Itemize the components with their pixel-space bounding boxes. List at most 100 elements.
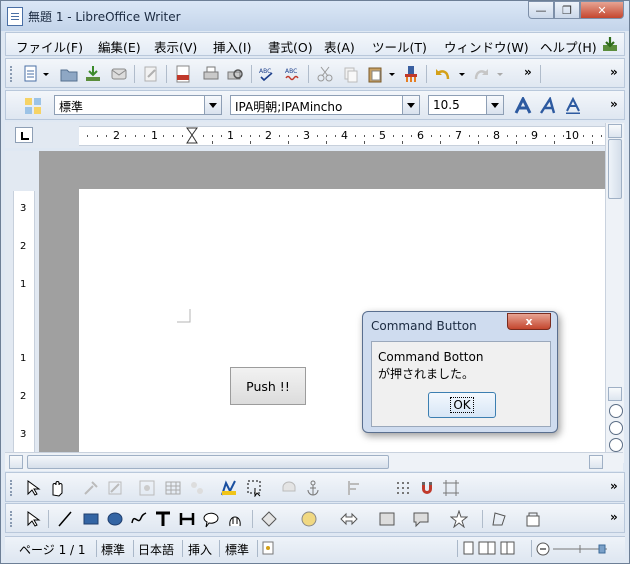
redo-icon[interactable] [472,65,490,83]
wrap-icon[interactable] [280,479,298,497]
close-window-button[interactable]: ✕ [580,1,624,19]
redo-dropdown-icon[interactable] [496,65,504,83]
toolbar-more-button[interactable]: » [524,65,532,79]
clone-formatting-icon[interactable] [402,65,420,83]
menu-tools[interactable]: ツール(T) [372,37,427,56]
font-size-combo[interactable]: 10.5 [428,95,504,115]
font-name-combo[interactable]: IPA明朝;IPAMincho [230,95,420,115]
print-icon[interactable] [202,65,220,83]
menu-help[interactable]: ヘルプ(H) [540,37,597,56]
menu-format[interactable]: 書式(O) [268,37,313,56]
navigator-icon[interactable] [609,421,623,435]
helplines-icon[interactable] [442,479,460,497]
freeform-line-icon[interactable] [130,510,148,528]
scroll-down-arrow[interactable] [608,387,622,401]
undo-dropdown-icon[interactable] [458,65,466,83]
vertical-ruler[interactable]: 3 2 1 1 2 3 [13,191,35,452]
menu-window[interactable]: ウィンドウ(W) [444,37,529,56]
new-document-icon[interactable] [22,65,40,83]
menu-table[interactable]: 表(A) [324,37,355,56]
toolbar-grip[interactable] [10,66,15,82]
status-selection-mode[interactable]: 標準 [225,541,249,558]
rectangle-tool-icon[interactable] [82,510,100,528]
block-arrows-icon[interactable] [340,510,358,528]
format-toolbar-more-button[interactable]: » [610,97,618,111]
extrusion-icon[interactable] [524,510,542,528]
push-button[interactable]: Push !! [230,367,306,405]
scroll-left-arrow[interactable] [9,455,23,469]
toolbar-grip[interactable] [10,511,15,527]
menu-insert[interactable]: 挿入(I) [213,37,251,56]
control-properties-icon[interactable] [82,479,100,497]
points-icon[interactable] [490,510,508,528]
horizontal-scroll-thumb[interactable] [27,455,389,469]
paste-dropdown-icon[interactable] [388,65,396,83]
horizontal-scrollbar[interactable] [5,452,623,471]
horizontal-ruler[interactable]: 2 1 1 2 3 4 5 6 7 8 9 10 [79,126,609,146]
basic-shapes-icon[interactable] [260,510,278,528]
export-pdf-icon[interactable] [174,65,192,83]
scroll-right-arrow[interactable] [589,455,603,469]
download-update-icon[interactable] [602,36,618,52]
edit-file-icon[interactable] [142,65,160,83]
autospellcheck-icon[interactable]: ABC [284,65,302,83]
text-tool-icon[interactable] [154,510,172,528]
select-pointer-icon[interactable] [24,479,42,497]
bold-icon[interactable] [514,97,532,115]
status-insert-mode[interactable]: 挿入 [188,541,212,558]
styles-icon[interactable] [24,97,42,115]
flowchart-icon[interactable] [378,510,396,528]
anchor-icon[interactable] [304,479,322,497]
zoom-slider[interactable] [535,541,615,557]
callouts-shapes-icon[interactable] [412,510,430,528]
next-page-icon[interactable] [609,438,623,452]
new-dropdown-icon[interactable] [42,65,50,83]
cut-icon[interactable] [316,65,334,83]
table-control-icon[interactable] [164,479,182,497]
status-page-style[interactable]: 標準 [101,541,125,558]
control-wizard-icon[interactable] [246,479,264,497]
form-properties-icon[interactable] [106,479,124,497]
toolbar-grip[interactable] [10,480,15,496]
maximize-button[interactable]: ❐ [554,1,580,19]
hand-icon[interactable] [48,479,66,497]
paste-icon[interactable] [366,65,384,83]
snap-grid-icon[interactable] [394,479,412,497]
dialog-close-button[interactable]: x [507,313,551,330]
menu-file[interactable]: ファイル(F) [16,37,83,56]
ellipse-tool-icon[interactable] [106,510,124,528]
underline-icon[interactable] [564,97,582,115]
vertical-scrollbar[interactable] [605,123,624,463]
italic-icon[interactable] [540,97,558,115]
status-language[interactable]: 日本語 [138,541,174,558]
print-preview-icon[interactable] [226,65,244,83]
toolbar-overflow-button[interactable]: » [610,65,618,79]
align-objects-icon[interactable] [346,479,364,497]
symbol-shapes-icon[interactable] [300,510,318,528]
line-tool-icon[interactable] [56,510,74,528]
fontwork-icon[interactable] [226,510,244,528]
callout-icon[interactable] [202,510,220,528]
tab-type-button[interactable] [15,127,33,143]
vertical-scroll-thumb[interactable] [608,139,622,199]
magnet-icon[interactable] [418,479,436,497]
scroll-up-arrow[interactable] [608,124,622,138]
view-layout-icon[interactable] [463,541,515,555]
minimize-button[interactable]: — [528,1,554,19]
star-shapes-icon[interactable] [450,510,468,528]
drawing-toolbar-more-button[interactable]: » [610,510,618,524]
chevron-down-icon[interactable] [204,96,221,114]
chevron-down-icon[interactable] [486,96,503,114]
menu-view[interactable]: 表示(V) [154,37,197,56]
paragraph-style-combo[interactable]: 標準 [54,95,222,115]
chevron-down-icon[interactable] [402,96,419,114]
open-folder-icon[interactable] [60,65,78,83]
vertical-text-icon[interactable] [178,510,196,528]
spellcheck-icon[interactable]: ABC [258,65,276,83]
form-navigator-icon[interactable] [138,479,156,497]
previous-page-icon[interactable] [609,404,623,418]
form-toolbar-more-button[interactable]: » [610,479,618,493]
ok-button[interactable]: OK [428,392,496,418]
status-page[interactable]: ページ 1 / 1 [19,541,86,558]
email-icon[interactable] [110,65,128,83]
